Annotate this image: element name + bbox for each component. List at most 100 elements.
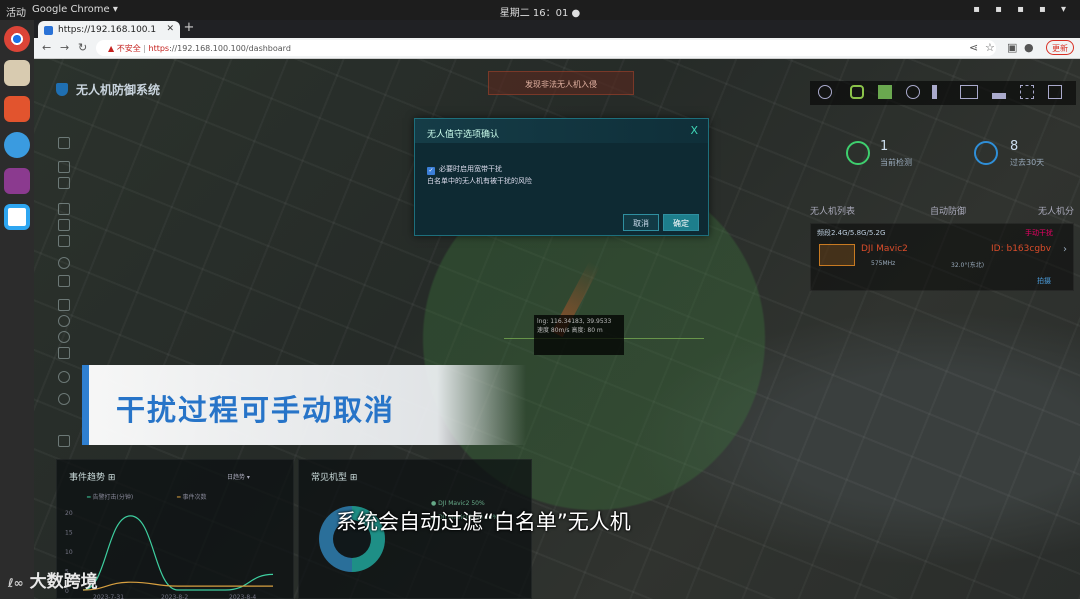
map-icon[interactable] xyxy=(58,137,70,149)
shield-icon xyxy=(56,83,68,96)
drone-model: DJI Mavic2 xyxy=(861,244,908,254)
layers-icon[interactable] xyxy=(1020,85,1034,99)
checkbox-checked-icon[interactable]: ✓ xyxy=(427,167,435,175)
app-logo: 无人机防御系统 xyxy=(56,81,160,98)
confirm-button[interactable]: 确定 xyxy=(663,214,699,231)
volume-icon[interactable] xyxy=(932,85,946,99)
forward-icon[interactable]: → xyxy=(60,41,69,54)
polygon-icon[interactable] xyxy=(58,331,70,343)
eye-icon[interactable] xyxy=(906,85,920,99)
chevron-right-icon[interactable]: › xyxy=(1063,244,1067,255)
drone-history-icon xyxy=(974,141,998,165)
dialog-body: ✓ 必要时启用宽带干扰 白名单中的无人机有被干扰的风险 xyxy=(427,163,532,187)
drone-card[interactable]: 频段2.4G/5.8G/5.2G 手动干扰 DJI Mavic2 ID: b16… xyxy=(810,223,1074,291)
draw-toolbar xyxy=(54,127,74,447)
video-icon[interactable] xyxy=(4,168,30,194)
video-caption-panel: 干扰过程可手动取消 xyxy=(82,365,526,445)
clock[interactable]: 星期二 16：01 ● xyxy=(0,4,1080,19)
bookmark-star-icon[interactable]: ☆ xyxy=(985,41,995,54)
drone-id: ID: b163cgbv xyxy=(991,244,1052,254)
tooltip-coords: lng: 116.34183, 39.9533 xyxy=(537,318,612,325)
browser-tab[interactable]: https://192.168.100.1 ✕ xyxy=(38,21,180,39)
dialog-warning: 白名单中的无人机有被干扰的风险 xyxy=(427,177,532,185)
sidepanel-icon[interactable]: ▣ xyxy=(1007,41,1017,54)
files-icon[interactable] xyxy=(4,60,30,86)
dock xyxy=(0,20,34,599)
compass-icon[interactable] xyxy=(58,257,70,269)
y-tick-label: 10 xyxy=(65,549,73,556)
tooltip-speed: 速度 80m/s 高度: 80 m xyxy=(537,327,603,334)
intrusion-banner: 发现非法无人机入侵 xyxy=(488,71,634,95)
terrain-icon[interactable] xyxy=(878,85,892,99)
history-label: 过去30天 xyxy=(1010,158,1045,167)
app-title: 无人机防御系统 xyxy=(76,83,161,97)
drone-position-tooltip: lng: 116.34183, 39.9533 速度 80m/s 高度: 80 … xyxy=(534,315,624,355)
drone-list-title: 无人机列表 xyxy=(810,207,856,217)
tab-title: https://192.168.100.1 xyxy=(58,25,157,35)
cancel-button[interactable]: 取消 xyxy=(623,214,659,231)
top-toolbar xyxy=(810,81,1076,105)
back-icon[interactable]: ← xyxy=(42,41,51,54)
models-title: 常见机型 ⊞ xyxy=(311,473,358,483)
export-icon[interactable] xyxy=(58,219,70,231)
url-scheme: https xyxy=(148,44,170,53)
share-icon[interactable]: ⋖ xyxy=(969,41,978,54)
link-icon[interactable] xyxy=(850,85,864,99)
adsb-icon[interactable] xyxy=(960,85,978,99)
undo-icon[interactable] xyxy=(58,371,70,383)
zoom-in-icon[interactable] xyxy=(58,161,70,173)
profile-icon[interactable]: ● xyxy=(1024,41,1034,54)
checkbox-label: 必要时启用宽带干扰 xyxy=(439,165,502,173)
x-tick-label: 2023-8-4 xyxy=(229,594,256,599)
new-tab-button[interactable]: + xyxy=(182,20,196,38)
rectangle-icon[interactable] xyxy=(58,299,70,311)
update-button[interactable]: 更新 xyxy=(1046,40,1074,55)
chrome-icon[interactable] xyxy=(4,26,30,52)
url-input[interactable]: ▲ 不安全 | https://192.168.100.100/dashboar… xyxy=(96,40,996,56)
report-icon[interactable] xyxy=(58,435,70,447)
detected-count: 1 xyxy=(880,139,889,154)
delete-icon[interactable] xyxy=(58,235,70,247)
drone-frequency: 575MHz xyxy=(871,260,896,267)
url-text: ://192.168.100.100/dashboard xyxy=(169,44,291,53)
series-line-1 xyxy=(82,515,274,591)
x-tick-label: 2023-7-31 xyxy=(93,594,124,599)
tab-close-icon[interactable]: ✕ xyxy=(166,24,174,34)
radar-icon[interactable] xyxy=(818,85,832,99)
bird-icon[interactable] xyxy=(4,132,30,158)
os-top-bar: 活动 Google Chrome ▾ 星期二 16：01 ● ▪ ▪ ▪ ▪ ▾ xyxy=(0,0,1080,20)
drone-direction: 32.0°(东北) xyxy=(951,262,985,269)
reload-icon[interactable]: ↻ xyxy=(78,41,87,54)
y-tick-label: 20 xyxy=(65,510,73,517)
period-select[interactable]: 日趋势 ▾ xyxy=(227,472,250,481)
watermark-logo-icon: ℓ∞ xyxy=(8,576,24,590)
drone-category-label[interactable]: 无人机分 xyxy=(1038,204,1074,217)
import-icon[interactable] xyxy=(58,203,70,215)
series-line-2 xyxy=(82,581,273,591)
manual-jam-button[interactable]: 手动干扰 xyxy=(1025,228,1053,238)
dialog-title: 无人值守选项确认 xyxy=(427,130,500,140)
tencent-icon[interactable] xyxy=(4,204,30,230)
settings-icon[interactable] xyxy=(58,393,70,405)
insecure-label: ▲ 不安全 xyxy=(108,44,141,53)
history-count: 8 xyxy=(1010,139,1019,154)
circle-icon[interactable] xyxy=(58,315,70,327)
pen-icon[interactable] xyxy=(58,275,70,287)
banner-text: 发现非法无人机入侵 xyxy=(525,80,597,89)
app-icon[interactable] xyxy=(4,96,30,122)
eraser-icon[interactable] xyxy=(58,347,70,359)
dialog-close-button[interactable]: X xyxy=(690,124,698,137)
drone-detected-icon xyxy=(846,141,870,165)
broadband-jam-checkbox-row[interactable]: ✓ 必要时启用宽带干扰 xyxy=(427,163,532,175)
caption-accent-bar xyxy=(82,365,89,445)
capture-link[interactable]: 拍摄 xyxy=(1037,276,1051,286)
dialog-header: 无人值守选项确认 xyxy=(415,119,708,143)
x-tick-label: 2023-8-2 xyxy=(161,594,188,599)
drone-list-header: 无人机列表 自动防御 无人机分 xyxy=(810,204,1080,217)
auto-defense-label[interactable]: 自动防御 xyxy=(930,204,966,217)
zoom-out-icon[interactable] xyxy=(58,177,70,189)
bell-icon[interactable] xyxy=(992,85,1006,99)
system-tray[interactable]: ▪ ▪ ▪ ▪ ▾ xyxy=(973,4,1072,15)
logout-icon[interactable] xyxy=(1048,85,1062,99)
address-bar: ← → ↻ ▲ 不安全 | https://192.168.100.100/da… xyxy=(34,38,1080,59)
